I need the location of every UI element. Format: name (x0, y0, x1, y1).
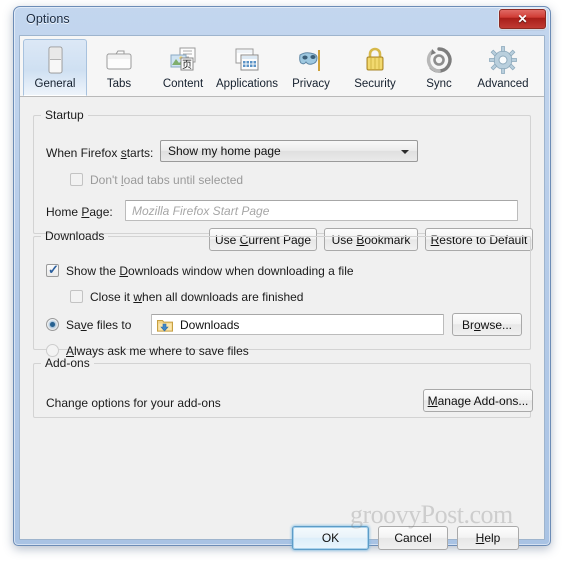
options-dialog-window: Options ✕ General Tabs 页 Content Applica… (13, 6, 551, 550)
dialog-client-area: General Tabs 页 Content Applications Priv… (19, 35, 545, 550)
addons-group: Add-ons Change options for your add-ons … (33, 356, 533, 418)
manage-addons-button[interactable]: Manage Add-ons... (423, 389, 533, 412)
download-folder-field[interactable]: Downloads (151, 314, 444, 335)
tab-content[interactable]: 页 Content (151, 39, 215, 96)
chevron-down-icon (401, 150, 409, 154)
downloads-group: Downloads ✓ Show the Downloads window wh… (33, 229, 531, 358)
home-page-input[interactable]: Mozilla Firefox Start Page (125, 200, 518, 221)
padlock-icon (359, 44, 391, 76)
save-files-to-label: Save files to (66, 316, 131, 334)
tab-general-label: General (34, 78, 76, 90)
startup-behavior-value: Show my home page (168, 144, 281, 158)
checkmark-icon: ✓ (48, 262, 59, 277)
home-page-label: Home Page: (46, 203, 113, 221)
sync-icon (423, 44, 455, 76)
radio-selected-dot (50, 322, 55, 327)
when-firefox-starts-text-a: When Firefox (46, 146, 121, 160)
show-window-text-c: ownloads window when downloading a file (128, 264, 354, 278)
close-when-done-text-c: hen all downloads are finished (142, 290, 304, 304)
browse-accel: o (473, 317, 481, 332)
tab-advanced-label: Advanced (477, 78, 529, 90)
ok-button[interactable]: OK (292, 526, 369, 550)
show-downloads-window-checkbox[interactable]: ✓ (46, 262, 59, 277)
close-when-finished-checkbox[interactable] (70, 290, 83, 303)
save-files-text-a: Sa (66, 318, 81, 332)
ok-button-label: OK (321, 531, 340, 545)
show-window-accel: D (119, 264, 129, 278)
manage-addons-accel: M (427, 393, 438, 408)
tab-privacy-label: Privacy (292, 78, 330, 90)
home-page-placeholder: Mozilla Firefox Start Page (132, 204, 270, 218)
dont-load-tabs-checkbox[interactable] (70, 173, 83, 186)
help-button[interactable]: Help (457, 526, 519, 550)
dont-load-tabs-label: Don't load tabs until selected (90, 171, 243, 189)
tab-applications[interactable]: Applications (215, 39, 279, 96)
tab-content-label: Content (162, 78, 204, 90)
dont-load-tabs-text-c: oad tabs until selected (123, 173, 244, 187)
privacy-mask-icon (295, 44, 327, 76)
title-bar: Options ✕ (14, 7, 550, 35)
startup-behavior-select[interactable]: Show my home page (160, 140, 418, 162)
content-icon: 页 (167, 44, 199, 76)
addons-legend: Add-ons (45, 356, 90, 370)
cancel-button-label: Cancel (394, 531, 432, 545)
save-files-text-c: e files to (86, 318, 132, 332)
show-downloads-window-label: Show the Downloads window when downloadi… (66, 262, 354, 280)
cancel-button[interactable]: Cancel (378, 526, 448, 550)
browse-button[interactable]: Browse... (452, 313, 522, 336)
browse-text-c: wse... (480, 317, 513, 332)
tab-sync-label: Sync (426, 78, 452, 90)
manage-addons-text-c: anage Add-ons... (437, 393, 529, 408)
when-firefox-starts-text-c: tarts: (126, 146, 154, 160)
general-icon (39, 44, 71, 76)
close-when-done-text-a: Close it (90, 290, 134, 304)
help-text-c: elp (484, 531, 501, 545)
when-firefox-starts-label: When Firefox starts: (46, 144, 153, 162)
tab-general[interactable]: General (23, 39, 87, 96)
close-button[interactable]: ✕ (499, 9, 546, 29)
dont-load-tabs-text-a: Don't (90, 173, 121, 187)
close-when-done-accel: w (133, 290, 143, 304)
tab-privacy[interactable]: Privacy (279, 39, 343, 96)
addons-description-text: Change options for your add-ons (46, 396, 221, 410)
download-folder-value: Downloads (180, 318, 240, 332)
window-title: Options (26, 12, 70, 26)
tab-advanced[interactable]: Advanced (471, 39, 535, 96)
close-icon: ✕ (517, 12, 528, 26)
general-options-panel: Startup When Firefox starts: Show my hom… (20, 98, 544, 550)
tab-tabs-label: Tabs (106, 78, 132, 90)
home-page-text-c: age: (89, 205, 113, 219)
addons-description: Change options for your add-ons (46, 394, 221, 412)
applications-icon (231, 44, 263, 76)
tab-tabs[interactable]: Tabs (87, 39, 151, 96)
show-window-text-a: Show the (66, 264, 120, 278)
tabs-icon (103, 44, 135, 76)
download-folder-icon (157, 318, 173, 332)
startup-group: Startup When Firefox starts: Show my hom… (33, 108, 533, 251)
gear-icon (487, 44, 519, 76)
tab-applications-label: Applications (216, 78, 279, 90)
tab-security[interactable]: Security (343, 39, 407, 96)
downloads-legend: Downloads (45, 229, 105, 243)
tab-security-label: Security (354, 78, 396, 90)
browse-text-a: Br (461, 317, 474, 332)
save-files-to-radio[interactable] (46, 318, 59, 331)
home-page-text-a: Home (46, 205, 82, 219)
startup-legend: Startup (45, 108, 84, 122)
options-tabstrip: General Tabs 页 Content Applications Priv… (20, 36, 544, 97)
close-when-finished-label: Close it when all downloads are finished (90, 288, 303, 306)
svg-text:页: 页 (182, 59, 192, 71)
tab-sync[interactable]: Sync (407, 39, 471, 96)
